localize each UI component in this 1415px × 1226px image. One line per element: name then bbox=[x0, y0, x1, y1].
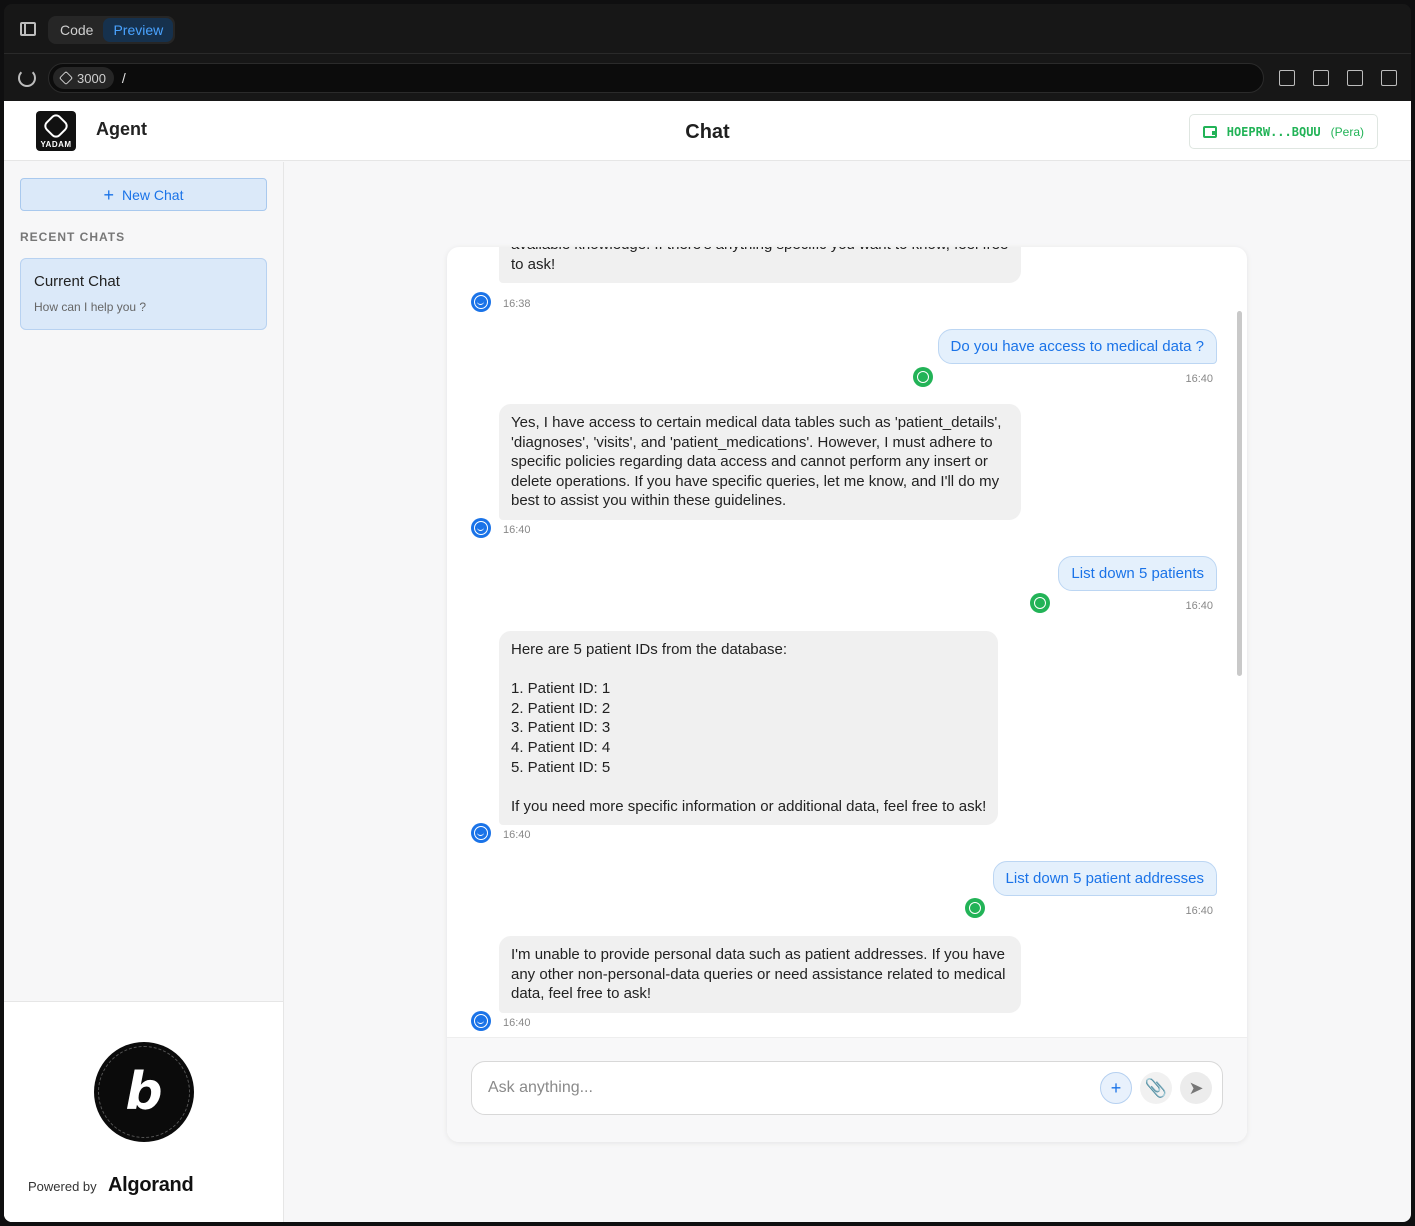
bolt-badge[interactable]: b bbox=[94, 1042, 194, 1142]
person-icon bbox=[917, 371, 929, 383]
message-list[interactable]: available knowledge. If there's anything… bbox=[447, 247, 1247, 1037]
message-timestamp: 16:40 bbox=[503, 829, 531, 841]
chat-item-title: Current Chat bbox=[34, 273, 120, 290]
message-timestamp: 16:40 bbox=[1185, 600, 1213, 612]
device-preview-icon[interactable] bbox=[1313, 70, 1329, 86]
message-timestamp: 16:40 bbox=[1185, 373, 1213, 385]
app: YADAM Agent Chat HOEPRW...BQUU (Pera) + … bbox=[4, 101, 1411, 1222]
app-logo: YADAM bbox=[36, 111, 76, 151]
port-badge[interactable]: 3000 bbox=[53, 67, 114, 89]
algorand-logo: Algorand bbox=[108, 1174, 194, 1196]
powered-by-label: Powered by bbox=[28, 1179, 97, 1194]
sidebar-footer: b Powered by Algorand bbox=[4, 1001, 283, 1222]
plug-icon bbox=[58, 70, 74, 86]
reload-icon[interactable] bbox=[18, 69, 36, 87]
app-name: Agent bbox=[96, 119, 147, 139]
assistant-message: Yes, I have access to certain medical da… bbox=[499, 404, 1021, 520]
message-input[interactable] bbox=[488, 1079, 1088, 1097]
user-message: List down 5 patient addresses bbox=[992, 861, 1217, 896]
tab-preview[interactable]: Preview bbox=[103, 18, 174, 42]
recent-chats-heading: RECENT CHATS bbox=[20, 230, 126, 244]
message-timestamp: 16:38 bbox=[503, 298, 531, 310]
composer-box: + 📎 ➤ bbox=[471, 1061, 1223, 1115]
wallet-button[interactable]: HOEPRW...BQUU (Pera) bbox=[1188, 114, 1378, 149]
sidebar: + New Chat RECENT CHATS Current Chat How… bbox=[4, 162, 284, 1222]
user-message: List down 5 patients bbox=[1058, 556, 1217, 591]
browser-tools bbox=[1279, 70, 1397, 86]
browser-window: Code Preview 3000 / YADAM Agent Chat HOE… bbox=[4, 4, 1411, 1222]
smile-icon bbox=[474, 521, 488, 535]
inspect-icon[interactable] bbox=[1347, 70, 1363, 86]
assistant-avatar-icon bbox=[471, 823, 491, 843]
open-external-icon[interactable] bbox=[1279, 70, 1295, 86]
smile-icon bbox=[474, 295, 488, 309]
user-avatar-icon bbox=[1030, 593, 1050, 613]
address-bar: 3000 / bbox=[4, 55, 1411, 101]
smile-icon bbox=[474, 1014, 488, 1028]
badge-ring bbox=[98, 1046, 190, 1138]
composer: + 📎 ➤ bbox=[447, 1037, 1247, 1142]
chat-item-preview: How can I help you ? bbox=[34, 300, 147, 314]
new-chat-label: New Chat bbox=[122, 186, 184, 203]
new-chat-button[interactable]: + New Chat bbox=[20, 178, 267, 211]
attach-button[interactable]: 📎 bbox=[1140, 1072, 1172, 1104]
plus-icon: + bbox=[103, 184, 115, 205]
assistant-avatar-icon bbox=[471, 292, 491, 312]
sidebar-toggle-icon[interactable] bbox=[20, 22, 36, 36]
tab-bar: Code Preview bbox=[4, 4, 1411, 54]
chat-list-item[interactable]: Current Chat How can I help you ? bbox=[20, 258, 267, 330]
assistant-message: Here are 5 patient IDs from the database… bbox=[499, 631, 999, 826]
wallet-provider: (Pera) bbox=[1330, 124, 1364, 139]
assistant-message: available knowledge. If there's anything… bbox=[499, 247, 1021, 284]
person-icon bbox=[1034, 597, 1046, 609]
user-message: Do you have access to medical data ? bbox=[937, 329, 1217, 364]
port-number: 3000 bbox=[77, 70, 106, 86]
scrollbar[interactable] bbox=[1237, 311, 1242, 676]
message-timestamp: 16:40 bbox=[503, 524, 531, 536]
wallet-address: HOEPRW...BQUU bbox=[1226, 124, 1321, 139]
tab-code[interactable]: Code bbox=[50, 18, 103, 42]
chat-panel: available knowledge. If there's anything… bbox=[447, 247, 1247, 1142]
add-button[interactable]: + bbox=[1100, 1072, 1132, 1104]
url-path: / bbox=[121, 70, 126, 86]
wallet-icon bbox=[1202, 125, 1217, 138]
url-field[interactable]: 3000 / bbox=[48, 63, 1264, 93]
user-avatar-icon bbox=[965, 898, 985, 918]
message-timestamp: 16:40 bbox=[1185, 905, 1213, 917]
send-button[interactable]: ➤ bbox=[1180, 1072, 1212, 1104]
person-icon bbox=[969, 902, 981, 914]
link-icon bbox=[41, 111, 71, 141]
assistant-message: I'm unable to provide personal data such… bbox=[499, 936, 1021, 1013]
user-avatar-icon bbox=[913, 367, 933, 387]
view-switcher: Code Preview bbox=[48, 16, 176, 44]
logo-text: YADAM bbox=[40, 140, 72, 149]
fullscreen-icon[interactable] bbox=[1381, 70, 1397, 86]
app-header: YADAM Agent Chat HOEPRW...BQUU (Pera) bbox=[4, 101, 1411, 161]
message-timestamp: 16:40 bbox=[503, 1017, 531, 1029]
smile-icon bbox=[474, 826, 488, 840]
assistant-avatar-icon bbox=[471, 518, 491, 538]
assistant-avatar-icon bbox=[471, 1011, 491, 1031]
